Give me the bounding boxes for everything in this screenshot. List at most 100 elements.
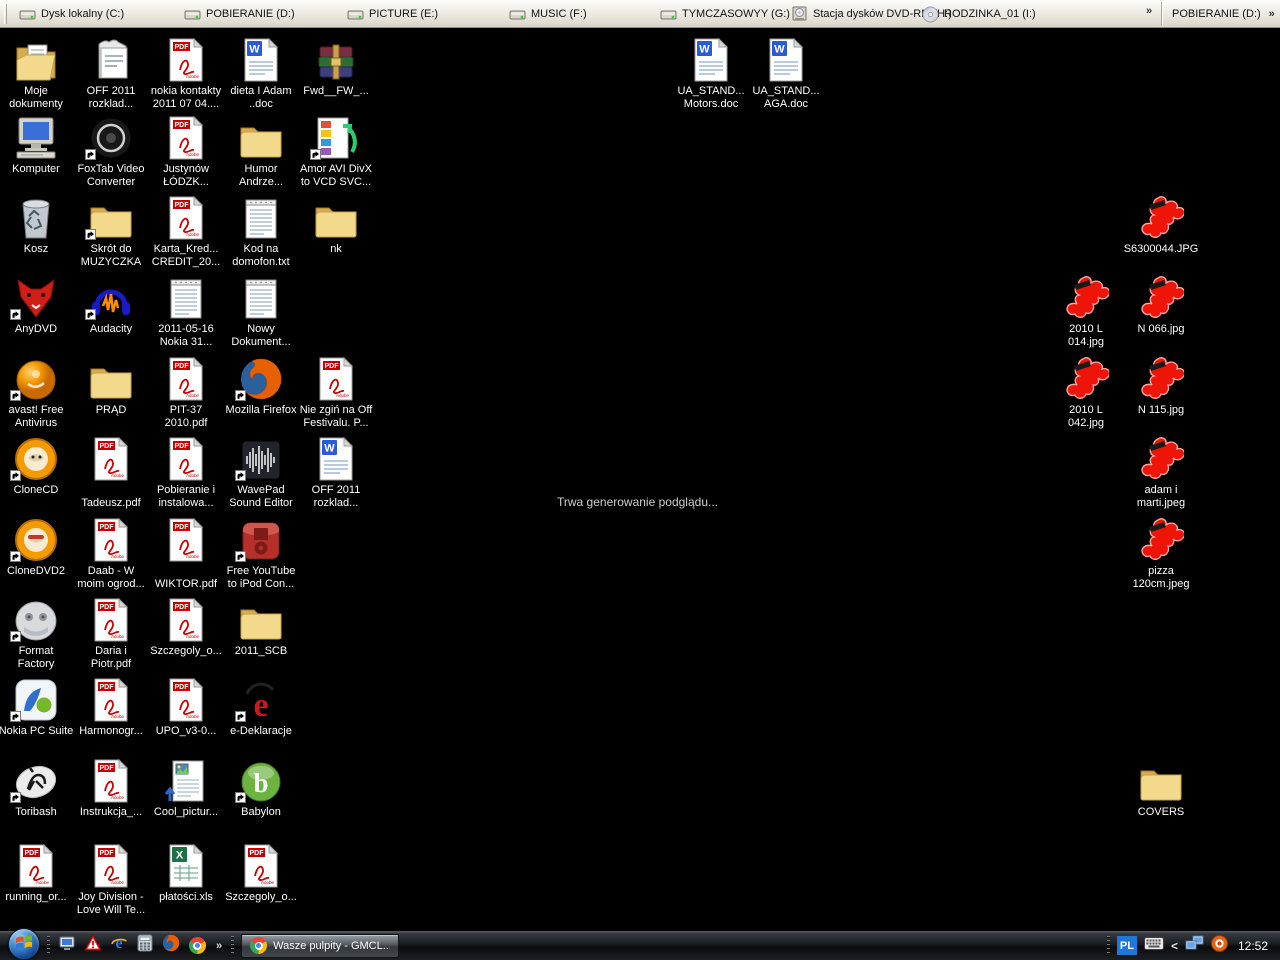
desktop-icon-label: Daab - Wmoim ogrod... xyxy=(77,565,144,591)
toolbar-drive-i[interactable]: RODZINKA_01 (I:) xyxy=(919,3,1039,25)
tray-grip[interactable] xyxy=(1107,936,1110,956)
desktop-icon-label: Kosz xyxy=(24,243,48,256)
taskband-grip[interactable] xyxy=(231,936,234,956)
quicklaunch-internet-explorer[interactable]: e xyxy=(109,936,129,956)
word-icon: W xyxy=(306,431,366,481)
svg-text:PDF: PDF xyxy=(100,765,115,772)
desktop-icon-label: running_or... xyxy=(5,891,66,904)
quicklaunch-overflow-chevron-icon[interactable]: » xyxy=(214,940,224,952)
desktop-icon-amor-avi[interactable]: Amor AVI DivXto VCD SVC... xyxy=(288,110,384,189)
txt-icon xyxy=(231,190,291,240)
svg-text:Adobe: Adobe xyxy=(111,714,125,719)
rar-icon xyxy=(306,32,366,82)
toolbar-drive-c[interactable]: Dysk lokalny (C:) xyxy=(16,3,127,25)
quicklaunch-show-desktop[interactable] xyxy=(57,936,77,956)
desktop-icon-2011-scb[interactable]: 2011_SCB xyxy=(213,592,309,658)
quicklaunch-grip[interactable] xyxy=(47,936,50,956)
desktop-icon-szczegoly-2[interactable]: PDFAdobeSzczegoly_o... xyxy=(213,838,309,904)
toolbar-drive-f[interactable]: MUSIC (F:) xyxy=(506,3,590,25)
toolbar-drive-label: POBIERANIE (D:) xyxy=(206,8,295,20)
desktop: MojedokumentyOFF 2011rozklad...PDFAdoben… xyxy=(0,28,1280,930)
desktop-icon-s6300044[interactable]: S6300044.JPG xyxy=(1113,190,1209,256)
toolbar-drive-d[interactable]: POBIERANIE (D:) xyxy=(181,3,298,25)
desktop-icon-nie-zgin[interactable]: PDFAdobeNie zgiń na OffFestivalu. P... xyxy=(288,351,384,430)
folder-icon xyxy=(306,190,366,240)
toolbar-drive-g[interactable]: TYMCZASOWYY (G:) xyxy=(657,3,793,25)
desktop-icon-e-deklaracje[interactable]: e e-Deklaracje xyxy=(213,672,309,738)
svg-text:W: W xyxy=(699,44,710,56)
toolbar-drive-e[interactable]: PICTURE (E:) xyxy=(344,3,441,25)
desktop-icon-nk[interactable]: nk xyxy=(288,190,384,256)
desktop-icon-label: Kod nadomofon.txt xyxy=(232,243,289,269)
splat-icon xyxy=(1056,270,1116,320)
clonecd-icon xyxy=(6,431,66,481)
svg-text:PDF: PDF xyxy=(175,363,190,370)
clonedvd-icon xyxy=(6,512,66,562)
desktop-icon-label: pizza120cm.jpeg xyxy=(1133,565,1190,591)
desktop-icon-label: Joy Division -Love Will Te... xyxy=(77,891,145,917)
desktop-icon-label: Karta_Kred...CREDIT_20... xyxy=(152,243,220,269)
splat-icon xyxy=(1131,512,1191,562)
keyboard-icon[interactable] xyxy=(1144,937,1164,955)
dvd-drive-icon xyxy=(791,6,808,22)
desktop-icon-label: e-Deklaracje xyxy=(230,725,292,738)
foxtab-icon xyxy=(81,110,141,160)
desktop-icon-label: nk xyxy=(330,243,342,256)
quicklaunch-calculator[interactable] xyxy=(135,936,155,956)
desktop-icon-covers[interactable]: COVERS xyxy=(1113,753,1209,819)
ytipod-icon xyxy=(231,512,291,562)
desktop-icon-label: Instrukcja_... xyxy=(80,806,142,819)
desktop-icon-label: 2010 L014.jpg xyxy=(1068,323,1104,349)
task-button-wasze-pulpity[interactable]: Wasze pulpity - GMCL... xyxy=(241,934,399,958)
quicklaunch-firefox[interactable] xyxy=(161,936,181,956)
windows-flag-icon xyxy=(14,932,34,957)
preview-status-text: Trwa generowanie podglądu... xyxy=(557,495,718,509)
taskbar: e » Wasze pulpity - GMCL... PL < 12:52 xyxy=(0,930,1280,960)
toribash-icon xyxy=(6,753,66,803)
desktop-icon-label: Mozilla Firefox xyxy=(226,404,297,417)
edekl-icon: e xyxy=(231,672,291,722)
drive-icon xyxy=(19,7,36,22)
desktop-icon-nowy-dokument[interactable]: NowyDokument... xyxy=(213,270,309,349)
desktop-icon-n-066[interactable]: N 066.jpg xyxy=(1113,270,1209,336)
svg-text:PDF: PDF xyxy=(175,122,190,129)
shortcut-arrow-icon xyxy=(85,309,96,320)
top-drive-toolbar: Dysk lokalny (C:) POBIERANIE (D:) PICTURE … xyxy=(0,0,1280,28)
start-button[interactable] xyxy=(8,928,40,960)
desktop-icon-label: Fwd__FW_... xyxy=(303,85,368,98)
desktop-icon-off-2011-rozklad-2[interactable]: WOFF 2011rozklad... xyxy=(288,431,384,510)
svg-text:PDF: PDF xyxy=(100,443,115,450)
language-indicator[interactable]: PL xyxy=(1117,936,1137,955)
pdf-icon: PDFAdobe xyxy=(81,838,141,888)
quicklaunch-alert[interactable] xyxy=(83,936,103,956)
splat-icon xyxy=(1131,270,1191,320)
anydvd-icon xyxy=(6,270,66,320)
desktop-icon-n-115[interactable]: N 115.jpg xyxy=(1113,351,1209,417)
tray-collapse-chevron-icon[interactable]: < xyxy=(1171,939,1178,953)
desktop-icon-label: Free YouTubeto iPod Con... xyxy=(227,565,296,591)
desktop-icon-adam-i-marti[interactable]: adam imarti.jpeg xyxy=(1113,431,1209,510)
desktop-icon-ua-stand-aga[interactable]: WUA_STAND...AGA.doc xyxy=(738,32,834,111)
desktop-icon-pizza-120cm[interactable]: pizza120cm.jpeg xyxy=(1113,512,1209,591)
desktop-icon-babylon[interactable]: bBabylon xyxy=(213,753,309,819)
splat-icon xyxy=(1056,351,1116,401)
quicklaunch-chrome[interactable] xyxy=(187,936,207,956)
desktop-icon-label: JustynówŁÓDZK... xyxy=(163,163,209,189)
toolbar-right-chevron-icon[interactable]: » xyxy=(1269,8,1275,20)
clock[interactable]: 12:52 xyxy=(1238,939,1268,953)
desktop-icon-label: PIT-372010.pdf xyxy=(165,404,208,430)
toolbar-right-pane[interactable]: POBIERANIE (D:) » xyxy=(1172,3,1275,25)
svg-text:PDF: PDF xyxy=(175,684,190,691)
desktop-icon-free-youtube-ipod[interactable]: Free YouTubeto iPod Con... xyxy=(213,512,309,591)
shortcut-arrow-icon xyxy=(235,470,246,481)
toolbar-grip[interactable] xyxy=(4,4,7,24)
desktop-icon-fwd-fw[interactable]: Fwd__FW_... xyxy=(288,32,384,98)
svg-text:PDF: PDF xyxy=(100,684,115,691)
toolbar-overflow-chevron-icon[interactable]: » xyxy=(1146,5,1152,17)
network-icon[interactable] xyxy=(1185,935,1204,956)
svg-text:PDF: PDF xyxy=(100,524,115,531)
calculator-icon xyxy=(136,934,154,957)
audacity-icon xyxy=(81,270,141,320)
avast-tray-icon[interactable] xyxy=(1211,935,1228,957)
desktop-icon-label: FormatFactory xyxy=(18,645,55,671)
